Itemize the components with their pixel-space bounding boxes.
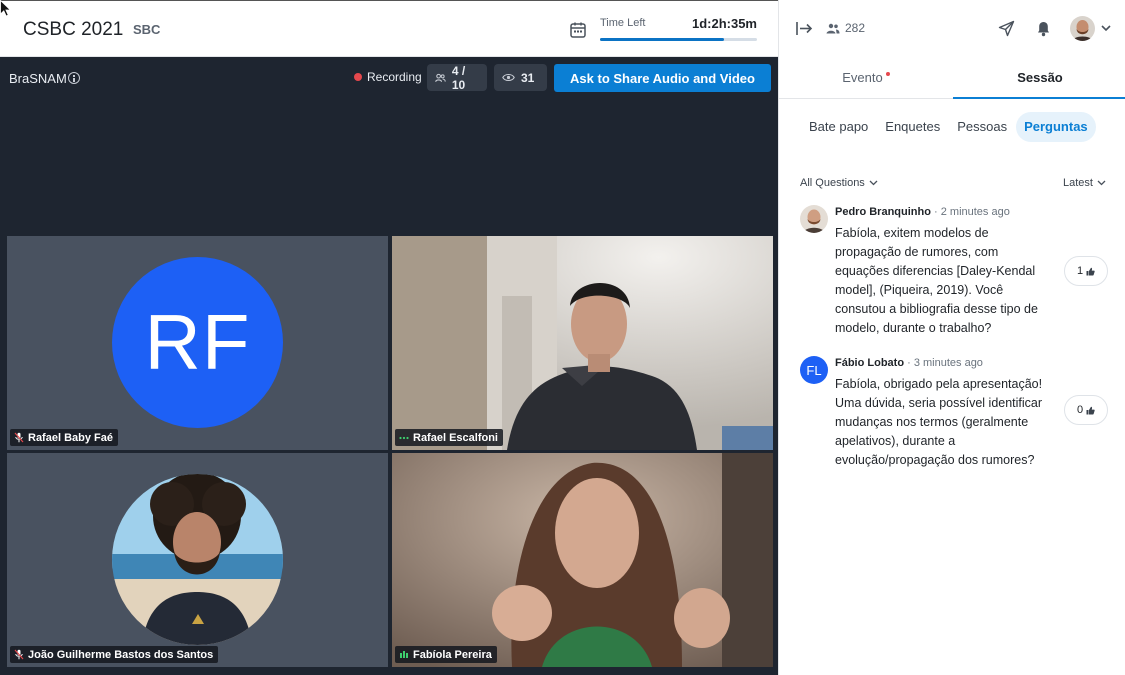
video-tile[interactable]: Rafael Escalfoni [392, 236, 773, 450]
participant-name: Rafael Escalfoni [413, 431, 498, 444]
participant-name-tag: Rafael Baby Faé [10, 429, 118, 446]
thumbs-up-icon [1086, 406, 1095, 414]
question-time: · 2 minutes ago [934, 206, 1010, 218]
mouse-cursor-icon [0, 0, 11, 17]
viewers-count[interactable]: 31 [494, 64, 547, 91]
participant-name: Rafael Baby Faé [28, 431, 113, 444]
tab-evento[interactable]: Evento [779, 58, 953, 99]
people-icon [826, 23, 840, 34]
organizer-name: SBC [133, 22, 161, 37]
eye-icon [502, 73, 515, 82]
ask-to-share-button[interactable]: Ask to Share Audio and Video [554, 64, 771, 92]
video-tile[interactable]: Fabíola Pereira [392, 453, 773, 667]
participant-name: Fabíola Pereira [413, 648, 492, 661]
questions-filter-dropdown[interactable]: All Questions [800, 177, 878, 189]
attendees-count[interactable]: 282 [845, 21, 865, 35]
recording-indicator: Recording [354, 70, 422, 84]
sort-dropdown[interactable]: Latest [1063, 177, 1106, 189]
room-name: BraSNAM [9, 71, 67, 86]
calendar-icon[interactable] [569, 21, 587, 39]
question-meta: Fábio Lobato · 3 minutes ago [835, 357, 983, 369]
participant-video [392, 453, 773, 667]
panel-header: 282 [779, 0, 1125, 57]
avatar [112, 474, 283, 645]
video-tile[interactable]: João Guilherme Bastos dos Santos [7, 453, 388, 667]
session-subtabs: Bate papo Enquetes Pessoas Perguntas [801, 112, 1097, 142]
time-progress-bar [600, 38, 757, 41]
panel-tabs: Evento Sessão [779, 58, 1125, 99]
sort-label: Latest [1063, 177, 1093, 189]
recording-label: Recording [367, 70, 422, 84]
upvote-button[interactable]: 1 [1064, 256, 1108, 286]
question-meta: Pedro Branquinho · 2 minutes ago [835, 206, 1010, 218]
tab-label: Evento [842, 70, 883, 85]
participants-value: 4 / 10 [451, 63, 466, 92]
vote-count: 1 [1076, 265, 1084, 277]
question-author: Fábio Lobato [835, 357, 905, 369]
chevron-down-icon[interactable] [1101, 24, 1111, 32]
notification-dot-icon [885, 72, 890, 76]
participant-name: João Guilherme Bastos dos Santos [28, 648, 214, 661]
event-title[interactable]: CSBC 2021 [23, 19, 123, 41]
tab-label: Sessão [1017, 70, 1063, 85]
ellipsis-icon [399, 436, 409, 440]
video-tile[interactable]: RF Rafael Baby Faé [7, 236, 388, 450]
top-header: CSBC 2021 SBC Time Left 1d:2h:35m [0, 0, 778, 57]
participant-name-tag: Fabíola Pereira [395, 646, 497, 663]
question-author: Pedro Branquinho [835, 206, 931, 218]
avatar-photo [112, 474, 283, 645]
send-icon[interactable] [998, 20, 1015, 37]
question-time: · 3 minutes ago [907, 357, 983, 369]
recording-dot-icon [354, 73, 362, 81]
avatar [800, 205, 828, 233]
people-icon [435, 73, 446, 82]
subtab-bate-papo[interactable]: Bate papo [801, 112, 876, 142]
chevron-down-icon [1097, 180, 1106, 186]
info-icon[interactable] [68, 72, 80, 84]
participant-name-tag: Rafael Escalfoni [395, 429, 503, 446]
participant-video [392, 236, 773, 450]
participants-count[interactable]: 4 / 10 [427, 63, 487, 92]
exit-icon[interactable] [796, 21, 813, 36]
bell-icon[interactable] [1036, 20, 1051, 37]
question-text: Fabíola, obrigado pela apresentação! Uma… [835, 377, 1043, 467]
mic-muted-icon [14, 649, 24, 660]
audio-level-icon [400, 651, 408, 658]
subtab-pessoas[interactable]: Pessoas [949, 112, 1015, 142]
time-left-label: Time Left [600, 17, 646, 29]
filter-label: All Questions [800, 177, 865, 189]
question-text: Fabíola, exitem modelos de propagação de… [835, 226, 1038, 335]
chevron-down-icon [869, 180, 878, 186]
vote-count: 0 [1076, 404, 1084, 416]
time-progress-fill [600, 38, 725, 41]
avatar[interactable] [1070, 16, 1095, 41]
viewers-value: 31 [521, 70, 535, 85]
time-left-value: 1d:2h:35m [691, 16, 757, 31]
avatar: FL [800, 356, 828, 384]
video-stage: BraSNAM Recording 4 / 10 31 Ask to Share… [0, 57, 778, 675]
thumbs-up-icon [1086, 267, 1095, 275]
subtab-perguntas[interactable]: Perguntas [1016, 112, 1096, 142]
upvote-button[interactable]: 0 [1064, 395, 1108, 425]
tab-sessao[interactable]: Sessão [953, 58, 1125, 99]
mic-muted-icon [14, 432, 24, 443]
side-panel: 282 Evento Sessão Bate papo Enquetes Pes… [778, 0, 1125, 675]
subtab-enquetes[interactable]: Enquetes [877, 112, 948, 142]
participant-name-tag: João Guilherme Bastos dos Santos [10, 646, 219, 663]
avatar: RF [112, 257, 283, 428]
